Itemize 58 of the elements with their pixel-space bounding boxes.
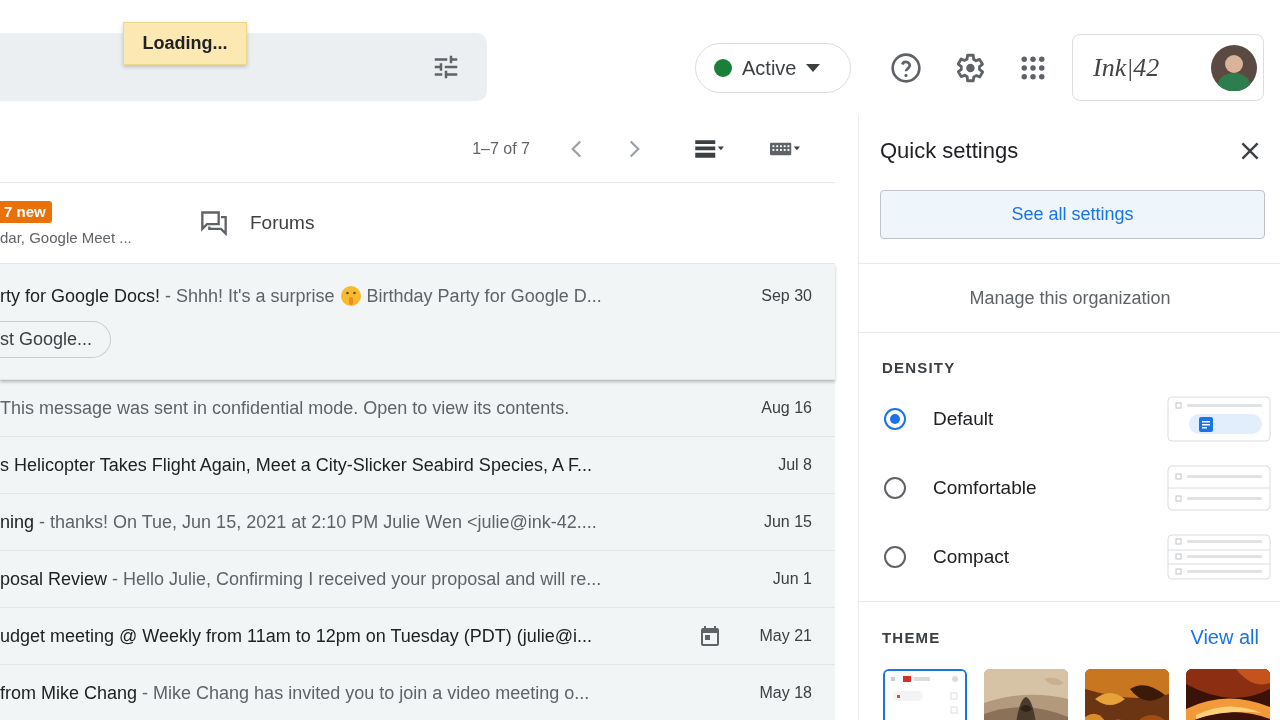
- email-date: Aug 16: [760, 399, 812, 417]
- email-subject: ning: [0, 511, 35, 533]
- email-subject: posal Review: [0, 568, 108, 590]
- theme-heading: THEME: [882, 629, 941, 646]
- email-snippet: - Shhh! It's a surprise: [165, 285, 335, 307]
- email-date: Jul 8: [777, 456, 812, 474]
- density-option-label: Comfortable: [933, 476, 1038, 499]
- loading-tooltip: Loading...: [123, 22, 247, 65]
- view-all-link[interactable]: View all: [1190, 626, 1259, 649]
- organization-logo: Ink|42: [1093, 52, 1160, 83]
- forums-tab[interactable]: Forums: [200, 210, 315, 236]
- email-date: Jun 15: [762, 513, 812, 531]
- email-date: Jun 1: [771, 570, 812, 588]
- caret-icon: [806, 64, 821, 72]
- new-count-badge: 7 new: [0, 200, 52, 223]
- theme-thumbnail[interactable]: [883, 669, 967, 720]
- email-subject: s Helicopter Takes Flight Again, Meet a City-Slicker Seabird Species, A F...: [0, 454, 592, 476]
- density-preview-icon: [1167, 395, 1271, 442]
- category-senders: dar, Google Meet ...: [0, 228, 132, 246]
- density-preview-icon: [1167, 533, 1271, 580]
- email-row[interactable]: s Helicopter Takes Flight Again, Meet a City-Slicker Seabird Species, A F... Jul 8: [0, 437, 835, 494]
- panel-title: Quick settings: [880, 138, 1019, 164]
- density-preview-icon: [1167, 464, 1271, 511]
- email-subject: from Mike Chang: [0, 682, 138, 704]
- email-snippet: - Hello Julie, Confirming I received your proposal and will re...: [112, 568, 602, 590]
- calendar-icon: [698, 624, 722, 648]
- email-subject: rty for Google Docs!: [0, 285, 161, 307]
- radio-button[interactable]: [884, 407, 906, 430]
- email-snippet: This message was sent in confidential mode. Open to view its contents.: [0, 397, 570, 419]
- emoji-icon: [339, 285, 362, 307]
- help-icon[interactable]: [890, 52, 922, 84]
- email-date: Sep 30: [760, 287, 812, 305]
- density-option-label: Default: [933, 407, 995, 430]
- density-heading: DENSITY: [882, 359, 956, 376]
- radio-button[interactable]: [884, 545, 906, 568]
- email-snippet: - Mike Chang has invited you to join a video meeting o...: [142, 682, 590, 704]
- email-row[interactable]: from Mike Chang - Mike Chang has invited you to join a video meeting o... May 18: [0, 665, 835, 720]
- email-date: May 18: [758, 684, 812, 702]
- email-row[interactable]: ning - thanks! On Tue, Jun 15, 2021 at 2:10 PM Julie Wen <julie@ink-42.... Jun 15: [0, 494, 835, 551]
- page-range: 1–7 of 7: [472, 139, 530, 158]
- forums-label: Forums: [250, 212, 315, 234]
- forum-icon: [200, 210, 228, 236]
- email-subject: udget meeting @ Weekly from 11am to 12pm on Tuesday (PDT) (julie@i...: [0, 625, 593, 647]
- email-snippet: Birthday Party for Google D...: [366, 285, 602, 307]
- radio-button[interactable]: [884, 476, 906, 499]
- status-button[interactable]: Active: [695, 43, 851, 93]
- status-label: Active: [742, 56, 797, 80]
- email-date: May 21: [758, 627, 812, 645]
- email-row[interactable]: posal Review - Hello Julie, Confirming I received your proposal and will re... Jun 1: [0, 551, 835, 608]
- email-row[interactable]: rty for Google Docs! - Shhh! It's a surprise Birthday Party for Google D... Sep 30 st Google...: [0, 264, 835, 380]
- see-all-settings-button[interactable]: See all settings: [880, 190, 1265, 239]
- email-snippet: - thanks! On Tue, Jun 15, 2021 at 2:10 PM Julie Wen <julie@ink-42....: [39, 511, 597, 533]
- manage-organization-link[interactable]: Manage this organization: [969, 287, 1171, 309]
- email-row[interactable]: udget meeting @ Weekly from 11am to 12pm on Tuesday (PDT) (julie@i... May 21: [0, 608, 835, 665]
- email-row[interactable]: This message was sent in confidential mode. Open to view its contents. Aug 16: [0, 380, 835, 437]
- account-button[interactable]: Ink|42: [1072, 34, 1264, 101]
- avatar-icon: [1211, 44, 1257, 91]
- density-option-label: Compact: [933, 545, 1011, 568]
